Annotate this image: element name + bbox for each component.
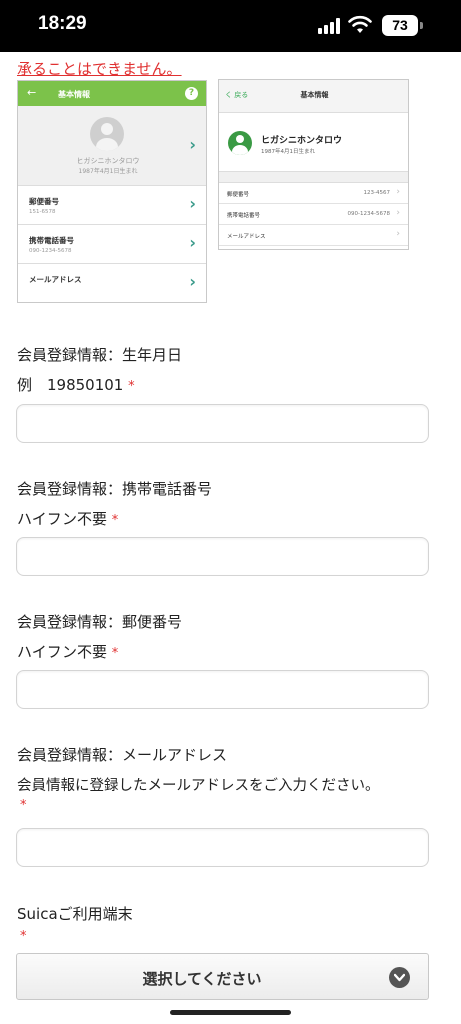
app-header: く 戻る 基本情報 xyxy=(219,80,408,113)
example-screenshot-ios: く 戻る 基本情報 ヒガシニホンタロウ 1987年4月1日生まれ 郵便番号 12… xyxy=(218,79,409,250)
email-label: 会員登録情報：メールアドレス xyxy=(17,746,228,764)
battery-tip xyxy=(420,22,423,29)
device-label: Suicaご利用端末 xyxy=(17,905,133,923)
required-mark: * xyxy=(128,379,135,394)
phone-label: 会員登録情報：携帯電話番号 xyxy=(17,480,213,498)
avatar-icon xyxy=(228,131,252,155)
row-label: 郵便番号 xyxy=(29,197,59,206)
device-select-value: 選択してください xyxy=(142,970,262,988)
notice-text: 承ることはできません。 xyxy=(17,60,182,78)
section-divider xyxy=(219,171,408,183)
home-indicator xyxy=(170,1010,291,1015)
row-label: メールアドレス xyxy=(29,275,82,284)
required-mark: * xyxy=(111,646,119,661)
row-value: 090-1234-5678 xyxy=(347,211,390,217)
phone-hint-text: ハイフン不要 xyxy=(17,510,108,528)
phone-input[interactable] xyxy=(16,537,429,576)
list-item: 携帯電話番号 090-1234-5678 › xyxy=(219,204,408,225)
list-item: メールアドレス › xyxy=(219,225,408,246)
profile-birthdate: 1987年4月1日生まれ xyxy=(261,149,315,155)
row-label: 携帯電話番号 xyxy=(227,213,261,219)
signal-icon xyxy=(318,18,342,34)
chevron-right-icon: › xyxy=(396,187,400,197)
chevron-right-icon: › xyxy=(396,208,400,218)
email-hint: 会員情報に登録したメールアドレスをご入力ください。 xyxy=(17,778,380,794)
list-item: 郵便番号 151-6578 › xyxy=(18,186,206,225)
row-label: 携帯電話番号 xyxy=(29,236,74,245)
list-item: 携帯電話番号 090-1234-5678 › xyxy=(18,225,206,264)
chevron-right-icon: › xyxy=(189,233,196,252)
postal-input[interactable] xyxy=(16,670,429,709)
status-time: 18:29 xyxy=(38,13,87,34)
birthdate-label: 会員登録情報：生年月日 xyxy=(17,346,183,364)
profile-section: ヒガシニホンタロウ 1987年4月1日生まれ xyxy=(219,121,408,171)
chevron-right-icon: › xyxy=(396,229,400,239)
postal-label: 会員登録情報：郵便番号 xyxy=(17,613,183,631)
app-header-title: 基本情報 xyxy=(58,90,90,99)
row-value: 123-4567 xyxy=(363,190,390,196)
example-screenshot-android: ← 基本情報 ? ヒガシニホンタロウ 1987年4月1日生まれ › 郵便番号 1… xyxy=(17,80,207,303)
app-header: ← 基本情報 ? xyxy=(18,81,206,106)
postal-hint-text: ハイフン不要 xyxy=(17,643,108,661)
profile-name: ヒガシニホンタロウ xyxy=(261,136,343,146)
avatar-icon xyxy=(90,117,124,151)
back-arrow-icon: ← xyxy=(27,86,37,99)
row-value: 090-1234-5678 xyxy=(29,248,72,254)
email-input[interactable] xyxy=(16,828,429,867)
profile-section: ヒガシニホンタロウ 1987年4月1日生まれ › xyxy=(18,106,206,186)
birthdate-hint-text: 例 19850101 xyxy=(17,376,124,394)
required-mark: * xyxy=(20,798,27,813)
list-item: 郵便番号 123-4567 › xyxy=(219,183,408,204)
battery-icon: 73 xyxy=(382,15,418,36)
chevron-down-icon xyxy=(389,967,410,988)
profile-name: ヒガシニホンタロウ xyxy=(76,157,140,165)
help-icon: ? xyxy=(185,87,198,100)
app-header-title: 基本情報 xyxy=(300,91,329,99)
wifi-icon xyxy=(348,15,372,33)
profile-birthdate: 1987年4月1日生まれ xyxy=(78,168,138,175)
required-mark: * xyxy=(111,513,119,528)
chevron-right-icon: › xyxy=(189,194,196,213)
phone-hint: ハイフン不要 * xyxy=(17,508,118,529)
status-bar: 18:29 73 xyxy=(0,0,461,52)
required-mark: * xyxy=(20,929,27,944)
row-label: メールアドレス xyxy=(227,234,266,240)
birthdate-hint: 例 19850101 * xyxy=(17,374,135,395)
row-label: 郵便番号 xyxy=(227,192,250,198)
chevron-right-icon: › xyxy=(189,272,196,291)
postal-hint: ハイフン不要 * xyxy=(17,641,118,662)
list-item: メールアドレス › xyxy=(18,264,206,302)
device-select[interactable]: 選択してください xyxy=(16,953,429,1000)
row-value: 151-6578 xyxy=(29,209,56,215)
chevron-right-icon: › xyxy=(189,135,196,154)
birthdate-input[interactable] xyxy=(16,404,429,443)
